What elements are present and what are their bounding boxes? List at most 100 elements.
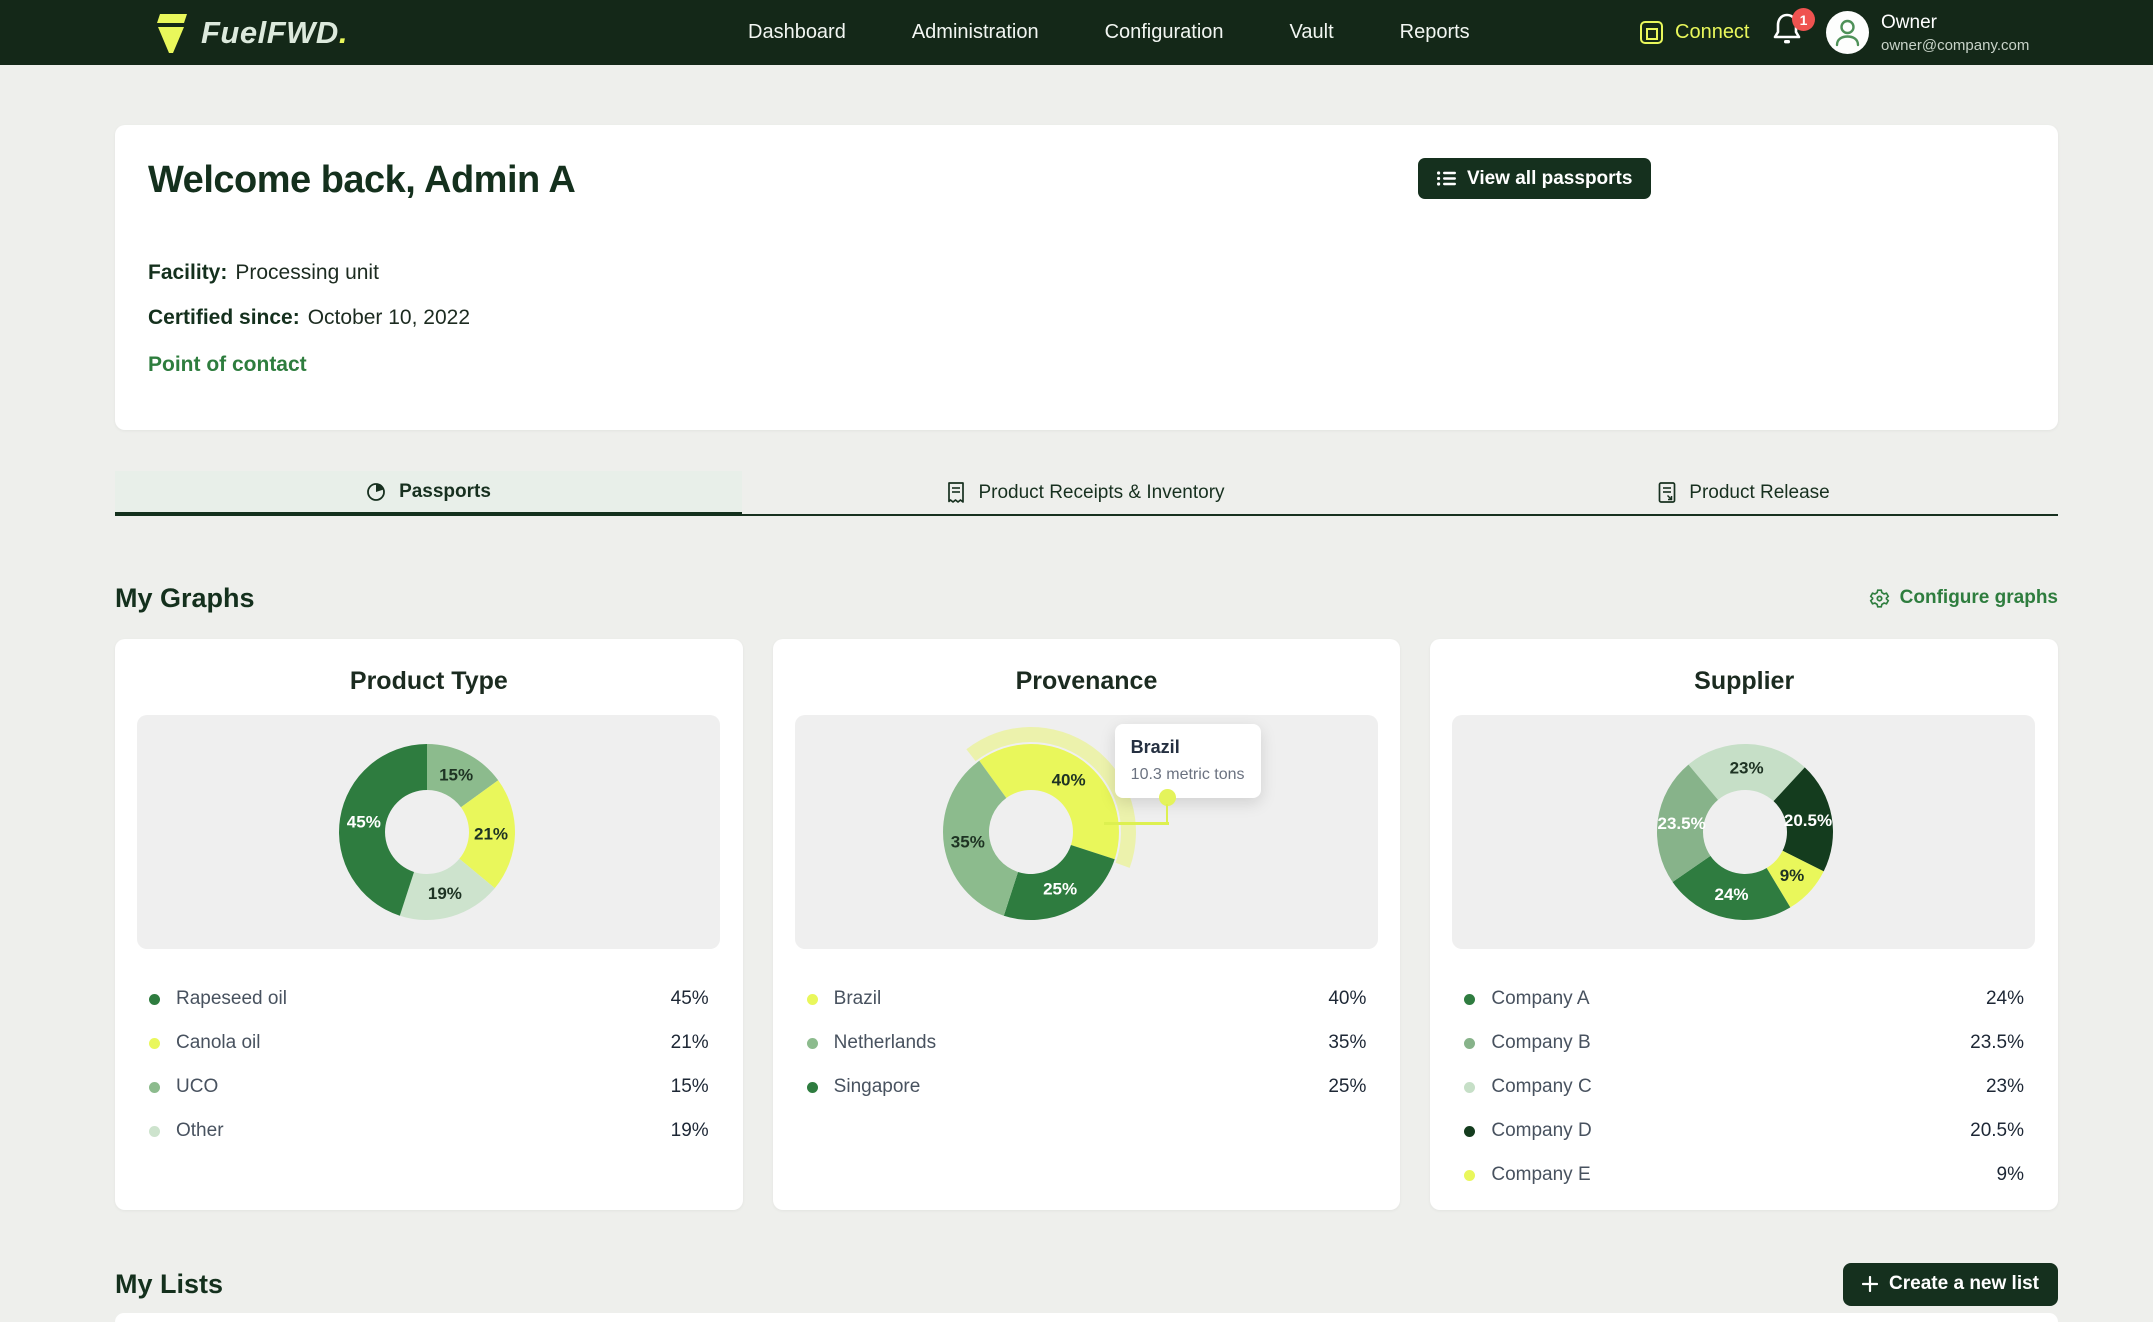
- legend-label: Rapeseed oil: [176, 988, 287, 1010]
- legend-row-canola-oil[interactable]: Canola oil 21%: [149, 1021, 709, 1065]
- facility-label: Facility:: [148, 261, 227, 284]
- legend-row-company-d[interactable]: Company D20.5%: [1464, 1109, 2024, 1153]
- graphs-header: My Graphs Configure graphs: [115, 578, 2058, 618]
- document-icon: [1658, 482, 1676, 503]
- facility-row: Facility:Processing unit: [148, 261, 379, 285]
- nav-item-vault[interactable]: Vault: [1290, 21, 1334, 44]
- legend-row-brazil[interactable]: Brazil 40%: [807, 977, 1367, 1021]
- chart-legend: Company A24%Company B23.5%Company C23%Co…: [1464, 977, 2024, 1197]
- legend-dot: [1464, 1082, 1475, 1093]
- chart-legend: Brazil 40% Netherlands 35% Singapore25%: [807, 977, 1367, 1109]
- slice-value-label: 9%: [1780, 866, 1805, 885]
- legend-row-company-e[interactable]: Company E9%: [1464, 1153, 2024, 1197]
- chart-title: Product Type: [115, 667, 743, 696]
- notifications-button[interactable]: 1: [1772, 12, 1814, 54]
- chart-title: Provenance: [773, 667, 1401, 696]
- brand-logo[interactable]: FuelFWD.: [152, 0, 348, 65]
- my-lists-header: My Lists Create a new list: [115, 1258, 2058, 1310]
- user-menu[interactable]: Owner owner@company.com: [1826, 11, 2029, 54]
- welcome-card: Welcome back, Admin A View all passports…: [115, 125, 2058, 430]
- my-lists-title: My Lists: [115, 1269, 223, 1300]
- legend-value: 35%: [1328, 1032, 1366, 1054]
- graph-card-product-type: Product Type 15% 21% 19% 45% Rapeseed oil 45% C…: [115, 639, 743, 1210]
- legend-dot: [149, 1082, 160, 1093]
- fuelfwd-logo-icon: [152, 12, 189, 54]
- legend-row-netherlands[interactable]: Netherlands 35%: [807, 1021, 1367, 1065]
- donut-chart-provenance[interactable]: 40%25%35%: [795, 715, 1378, 949]
- tooltip-value: 10.3 metric tons: [1131, 766, 1245, 784]
- tab-passports[interactable]: Passports: [115, 471, 742, 516]
- legend-dot: [807, 1082, 818, 1093]
- legend-row-company-a[interactable]: Company A 24%: [1464, 977, 2024, 1021]
- legend-dot: [1464, 1126, 1475, 1137]
- slice-value-label: 19%: [428, 884, 462, 903]
- certified-label: Certified since:: [148, 306, 300, 329]
- avatar: [1826, 11, 1869, 54]
- legend-row-uco[interactable]: UCO15%: [149, 1065, 709, 1109]
- chart-legend: Rapeseed oil45%Canola oil21%UCO15%Other1…: [149, 977, 709, 1153]
- legend-row-company-c[interactable]: Company C23%: [1464, 1065, 2024, 1109]
- main-nav: Dashboard Administration Configuration V…: [748, 0, 1470, 65]
- my-graphs-title: My Graphs: [115, 583, 255, 614]
- my-lists-card-edge: [115, 1313, 2058, 1322]
- nav-item-configuration[interactable]: Configuration: [1105, 21, 1224, 44]
- legend-dot: [1464, 1038, 1475, 1049]
- chart-tooltip: Brazil 10.3 metric tons: [1115, 724, 1261, 798]
- legend-value: 23.5%: [1970, 1032, 2024, 1054]
- slice-value-label: 23%: [1730, 758, 1764, 777]
- legend-dot: [149, 1126, 160, 1137]
- slice-value-label: 45%: [347, 812, 381, 831]
- graph-card-supplier: Supplier23%20.5%9%24%23.5%Company A24%Co…: [1430, 639, 2058, 1210]
- plus-icon: [1862, 1276, 1878, 1292]
- gear-icon: [1869, 588, 1890, 609]
- legend-value: 40%: [1328, 988, 1366, 1010]
- configure-graphs-label: Configure graphs: [1900, 587, 2058, 609]
- connect-button[interactable]: Connect: [1640, 0, 1750, 65]
- list-icon: [1437, 171, 1456, 186]
- legend-value: 15%: [671, 1076, 709, 1098]
- graphs-row: Product Type 15% 21% 19% 45% Rapeseed oil 45% C…: [115, 639, 2058, 1210]
- donut-chart-supplier[interactable]: 23%20.5%9%24%23.5%: [1452, 715, 2035, 949]
- top-navbar: FuelFWD. Dashboard Administration Config…: [0, 0, 2153, 65]
- legend-value: 21%: [671, 1032, 709, 1054]
- legend-dot: [807, 994, 818, 1005]
- legend-row-rapeseed-oil[interactable]: Rapeseed oil 45%: [149, 977, 709, 1021]
- nav-item-reports[interactable]: Reports: [1400, 21, 1470, 44]
- legend-dot: [807, 1038, 818, 1049]
- nav-item-administration[interactable]: Administration: [912, 21, 1039, 44]
- legend-row-other[interactable]: Other19%: [149, 1109, 709, 1153]
- create-new-list-button[interactable]: Create a new list: [1843, 1263, 2058, 1306]
- legend-label: Company A: [1491, 988, 1589, 1010]
- legend-label: Canola oil: [176, 1032, 261, 1054]
- welcome-title: Welcome back, Admin A: [148, 159, 575, 202]
- pie-chart-icon: [366, 482, 386, 502]
- legend-label: Brazil: [834, 988, 882, 1010]
- tooltip-title: Brazil: [1131, 737, 1245, 758]
- slice-value-label: 21%: [474, 824, 508, 843]
- legend-value: 25%: [1328, 1076, 1366, 1098]
- legend-label: Netherlands: [834, 1032, 936, 1054]
- configure-graphs-button[interactable]: Configure graphs: [1869, 587, 2058, 609]
- legend-row-singapore[interactable]: Singapore25%: [807, 1065, 1367, 1109]
- chart-panel: 23%20.5%9%24%23.5%: [1452, 715, 2035, 949]
- tab-product-release[interactable]: Product Release: [1430, 471, 2058, 516]
- legend-dot: [149, 994, 160, 1005]
- legend-dot: [1464, 994, 1475, 1005]
- slice-value-label: 20.5%: [1784, 811, 1832, 830]
- tab-product-receipts-inventory[interactable]: Product Receipts & Inventory: [742, 471, 1430, 516]
- receipt-icon: [947, 482, 965, 503]
- legend-row-company-b[interactable]: Company B23.5%: [1464, 1021, 2024, 1065]
- slice-value-label: 35%: [950, 832, 984, 851]
- connect-label: Connect: [1675, 21, 1750, 44]
- point-of-contact-link[interactable]: Point of contact: [148, 353, 307, 377]
- legend-value: 24%: [1986, 988, 2024, 1010]
- slice-value-label: 15%: [439, 765, 473, 784]
- legend-label: Company D: [1491, 1120, 1591, 1142]
- legend-label: Other: [176, 1120, 224, 1142]
- donut-chart-product-type[interactable]: 15% 21% 19% 45%: [137, 715, 720, 949]
- nav-item-dashboard[interactable]: Dashboard: [748, 21, 846, 44]
- view-all-passports-button[interactable]: View all passports: [1418, 158, 1651, 199]
- slice-value-label: 40%: [1051, 771, 1085, 790]
- legend-dot: [1464, 1170, 1475, 1181]
- legend-value: 45%: [671, 988, 709, 1010]
